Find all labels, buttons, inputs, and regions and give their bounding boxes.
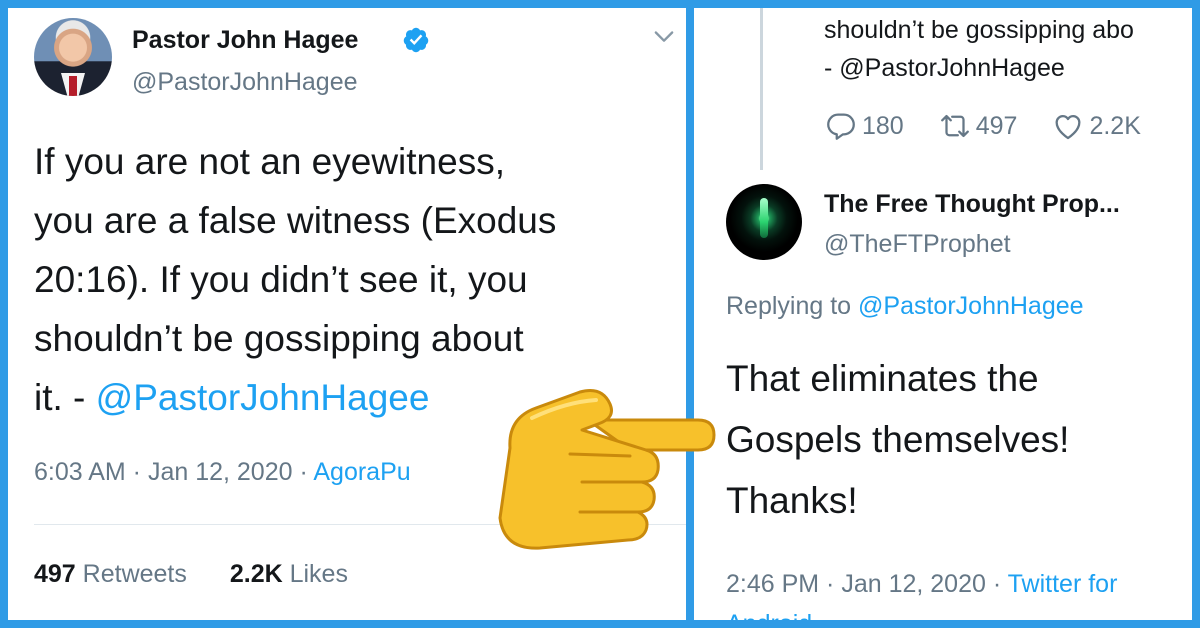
reply-tweet-panel: shouldn’t be gossipping abo - @PastorJoh… [694, 8, 1192, 620]
tweet-line: That eliminates the [726, 358, 1039, 399]
author-avatar[interactable] [34, 18, 112, 96]
reply-action[interactable]: 180 [824, 109, 904, 143]
tweet-line: Thanks! [726, 480, 858, 521]
source-link[interactable]: AgoraPu [313, 458, 410, 486]
verified-badge-icon [403, 27, 429, 53]
avatar-tie [69, 76, 77, 96]
retweets-count: 497 [34, 560, 76, 588]
retweets-stat[interactable]: 497 Retweets [34, 560, 187, 588]
reply-author-handle[interactable]: @TheFTProphet [824, 230, 1011, 259]
likes-stat[interactable]: 2.2K Likes [230, 560, 348, 588]
author-handle[interactable]: @PastorJohnHagee [132, 68, 358, 97]
tweet-timestamp: 6:03 AM · Jan 12, 2020 · AgoraPu [34, 458, 411, 487]
reply-timestamp: 2:46 PM · Jan 12, 2020 · Twitter for Andr… [726, 564, 1192, 620]
retweet-count: 497 [975, 111, 1018, 140]
tweet-line-prefix: it. - [34, 377, 96, 418]
reply-author-display-name[interactable]: The Free Thought Prop... [824, 190, 1120, 219]
like-count: 2.2K [1089, 111, 1141, 140]
tweet-line: If you are not an eyewitness, [34, 141, 505, 182]
replying-to: Replying to @PastorJohnHagee [726, 292, 1084, 321]
replying-to-mention[interactable]: @PastorJohnHagee [858, 292, 1084, 320]
quoted-tweet-actions: 180 497 2.2K [824, 108, 1175, 144]
heart-icon [1055, 114, 1081, 140]
quoted-tweet-mention[interactable]: - @PastorJohnHagee [824, 54, 1065, 83]
retweets-label: Retweets [75, 560, 187, 588]
replying-label: Replying to [726, 292, 859, 320]
reply-icon [827, 113, 855, 140]
timestamp-text[interactable]: 6:03 AM · Jan 12, 2020 · [34, 458, 313, 486]
reply-count: 180 [862, 111, 904, 140]
avatar-lamp [760, 198, 768, 238]
likes-count: 2.2K [229, 560, 283, 588]
author-display-name[interactable]: Pastor John Hagee [132, 26, 358, 55]
reply-author-avatar[interactable] [726, 184, 802, 260]
tweet-line: you are a false witness (Exodus [34, 200, 557, 241]
retweet-icon [940, 114, 969, 138]
chevron-down-icon[interactable] [650, 22, 678, 50]
timestamp-text[interactable]: 2:46 PM · Jan 12, 2020 · [726, 570, 1008, 598]
tweet-stats: 497 Retweets 2.2K Likes [34, 560, 384, 589]
tweet-line: Gospels themselves! [726, 419, 1070, 460]
tweet-line: shouldn’t be gossipping about [34, 318, 524, 359]
tweet-line: 20:16). If you didn’t see it, you [34, 259, 528, 300]
likes-label: Likes [282, 560, 348, 588]
quoted-tweet-line: shouldn’t be gossipping abo [824, 16, 1134, 44]
thread-connector [760, 8, 763, 170]
pointing-hand-icon [498, 389, 716, 550]
source-link[interactable]: Twitter for [1008, 570, 1118, 598]
like-action[interactable]: 2.2K [1051, 109, 1141, 143]
mention-link[interactable]: @PastorJohnHagee [96, 377, 430, 418]
retweet-action[interactable]: 497 [938, 109, 1018, 143]
reply-body: That eliminates the Gospels themselves! … [726, 348, 1186, 531]
source-link-continued[interactable]: Android [726, 610, 812, 620]
